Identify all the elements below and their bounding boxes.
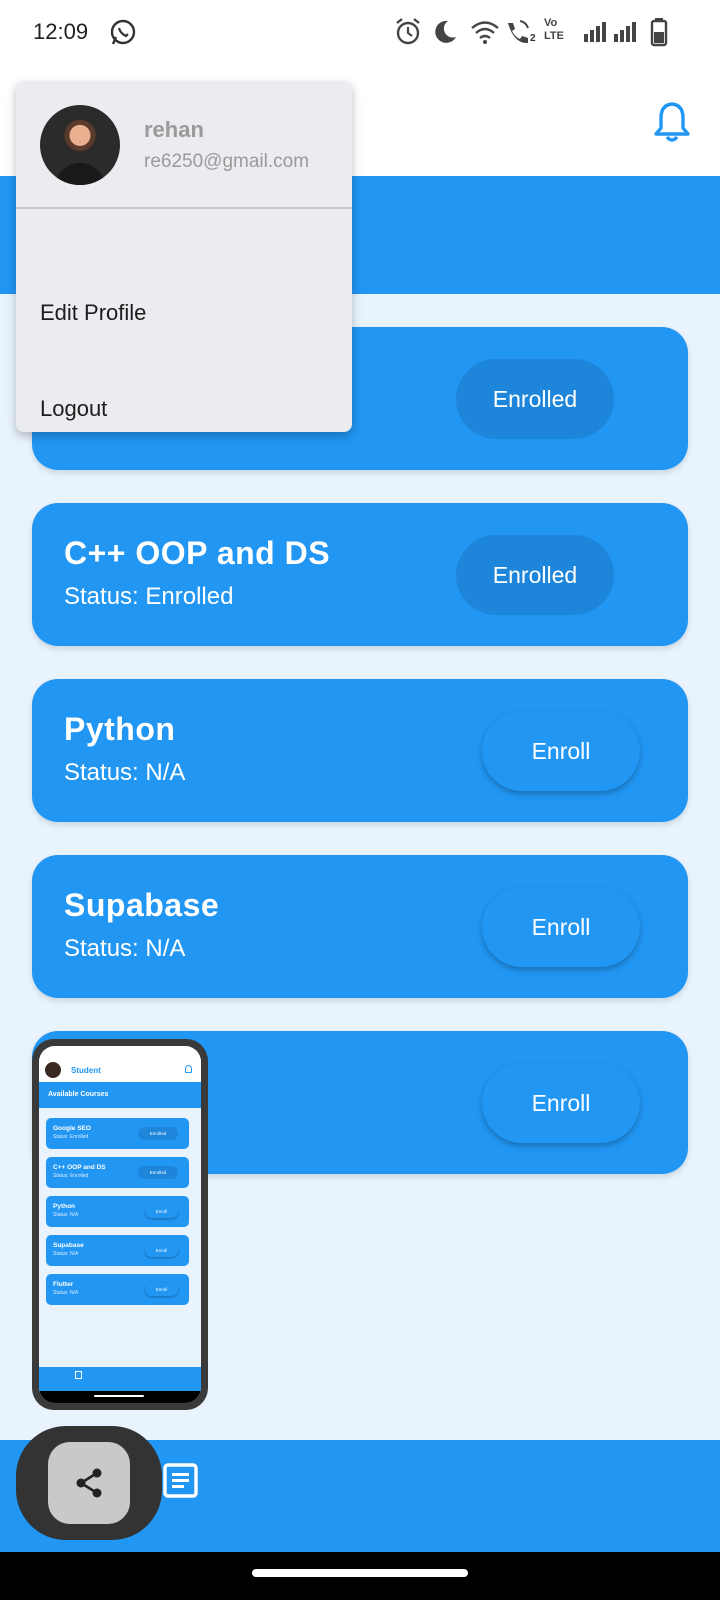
preview-enroll-button: Enroll — [145, 1205, 178, 1218]
course-card: Python Status: N/A Enroll — [32, 679, 688, 822]
preview-course-card: Python Status: N/A Enroll — [46, 1196, 189, 1227]
enroll-button[interactable]: Enroll — [482, 887, 640, 967]
preview-course-card: Flutter Status: N/A Enroll — [46, 1274, 189, 1305]
course-card: C++ OOP and DS Status: Enrolled Enrolled — [32, 503, 688, 646]
signal-icon — [614, 20, 638, 42]
enrolled-button[interactable]: Enrolled — [456, 359, 614, 439]
course-title: Supabase — [64, 887, 220, 923]
status-bar: 12:09 2 Vo LTE — [0, 0, 720, 66]
preview-gesture-area — [39, 1391, 201, 1403]
preview-course-title: Python — [53, 1203, 76, 1210]
preview-section-title: Available Courses — [48, 1091, 109, 1098]
screenshot-preview[interactable]: Student Available Courses Google SEO Sta… — [32, 1039, 208, 1410]
menu-item-label: Edit Profile — [40, 300, 147, 325]
course-card: Supabase Status: N/A Enroll — [32, 855, 688, 998]
preview-enrolled-button: Enrolled — [138, 1127, 178, 1140]
profile-menu: rehan re6250@gmail.com Edit Profile Logo… — [16, 81, 352, 432]
enrolled-button[interactable]: Enrolled — [456, 535, 614, 615]
battery-icon — [650, 18, 668, 47]
preview-course-card: Google SEO Status: Enrolled Enrolled — [46, 1118, 189, 1149]
profile-name: rehan — [144, 117, 204, 142]
preview-status-bar — [39, 1046, 201, 1058]
avatar — [40, 105, 120, 185]
preview-bottom-nav — [39, 1367, 201, 1391]
wifi-icon — [471, 21, 499, 44]
preview-course-title: Supabase — [53, 1242, 84, 1249]
menu-item-label: Logout — [40, 396, 108, 421]
profile-email: re6250@gmail.com — [144, 151, 310, 172]
preview-bell-icon — [185, 1065, 192, 1073]
preview-enroll-button: Enroll — [145, 1244, 178, 1257]
preview-course-title: C++ OOP and DS — [53, 1164, 106, 1171]
preview-gesture-pill — [94, 1395, 144, 1397]
course-status: Status: Enrolled — [64, 583, 234, 610]
bell-icon[interactable] — [652, 100, 692, 144]
preview-course-status: Status: N/A — [53, 1212, 79, 1218]
preview-list-icon — [75, 1371, 82, 1379]
menu-item-logout[interactable]: Logout — [16, 369, 352, 449]
preview-course-status: Status: N/A — [53, 1251, 79, 1257]
preview-course-status: Status: Enrolled — [53, 1134, 89, 1140]
enroll-button[interactable]: Enroll — [482, 711, 640, 791]
preview-screen: Student Available Courses Google SEO Sta… — [39, 1046, 201, 1403]
preview-course-title: Flutter — [53, 1281, 74, 1288]
do-not-disturb-moon-icon — [435, 20, 456, 43]
home-gesture-pill[interactable] — [252, 1569, 468, 1577]
enroll-button[interactable]: Enroll — [482, 1063, 640, 1143]
preview-course-title: Google SEO — [53, 1125, 91, 1132]
preview-course-card: Supabase Status: N/A Enroll — [46, 1235, 189, 1266]
signal-icon — [584, 20, 608, 42]
preview-course-card: C++ OOP and DS Status: Enrolled Enrolled — [46, 1157, 189, 1188]
menu-item-edit-profile[interactable]: Edit Profile — [16, 273, 352, 353]
preview-avatar — [45, 1062, 61, 1078]
preview-enrolled-button: Enrolled — [138, 1166, 178, 1179]
list-icon[interactable] — [163, 1463, 198, 1498]
status-time: 12:09 — [33, 19, 89, 44]
alarm-icon — [396, 18, 420, 45]
share-button[interactable] — [48, 1442, 130, 1524]
sim-badge: 2 — [530, 33, 536, 44]
preview-enroll-button: Enroll — [145, 1283, 178, 1296]
preview-course-status: Status: N/A — [53, 1290, 79, 1296]
course-status: Status: N/A — [64, 935, 186, 962]
course-title: C++ OOP and DS — [64, 535, 331, 571]
volte-icon: Vo LTE — [544, 17, 564, 42]
share-icon — [76, 1468, 102, 1498]
preview-app-bar — [39, 1058, 201, 1082]
course-status: Status: N/A — [64, 759, 186, 786]
menu-divider — [16, 207, 352, 209]
course-title: Python — [64, 711, 176, 747]
preview-course-status: Status: Enrolled — [53, 1173, 89, 1179]
whatsapp-icon — [110, 19, 136, 45]
preview-app-title: Student — [71, 1066, 101, 1075]
